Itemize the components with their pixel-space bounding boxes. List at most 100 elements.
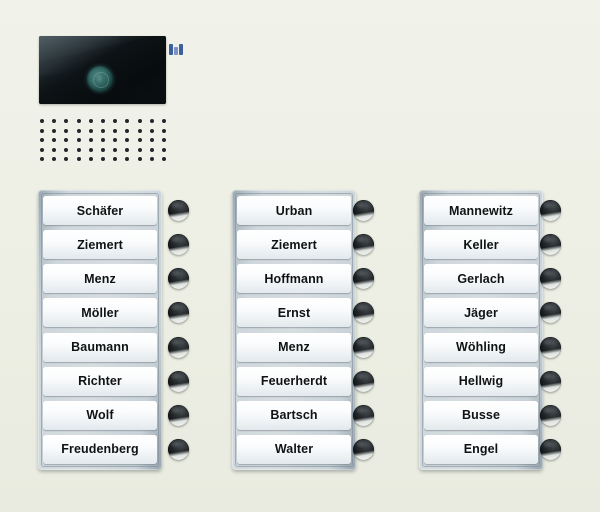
call-button-slot [166, 401, 190, 430]
speaker-hole [40, 147, 44, 152]
speaker-hole [40, 138, 44, 143]
call-button-slot [351, 367, 375, 396]
call-button-column-2 [351, 190, 375, 470]
call-button[interactable] [539, 302, 561, 324]
camera-lens-icon [87, 66, 113, 92]
call-button-slot [166, 298, 190, 327]
speaker-hole [137, 157, 142, 162]
call-button[interactable] [539, 370, 561, 392]
speaker-hole [40, 157, 44, 162]
call-button[interactable] [167, 268, 189, 290]
speaker-hole [64, 138, 69, 143]
nameplate: Gerlach [424, 264, 538, 294]
nameplate-panel-1: Schäfer Ziemert Menz Möller Baumann Richter Wo… [38, 190, 162, 470]
speaker-grille-row [40, 147, 166, 158]
call-button-slot [538, 435, 562, 464]
nameplate: Hellwig [424, 366, 538, 396]
call-button[interactable] [539, 234, 561, 256]
call-button[interactable] [539, 200, 561, 221]
nameplate: Richter [43, 366, 157, 396]
speaker-hole [125, 128, 130, 133]
call-button[interactable] [352, 200, 374, 221]
nameplate: Wolf [43, 400, 157, 430]
speaker-grille-row [40, 157, 166, 167]
speaker-hole [88, 128, 93, 133]
speaker-hole [76, 119, 81, 123]
nameplate: Busse [424, 400, 538, 430]
nameplate: Ernst [237, 298, 351, 328]
call-button-slot [166, 264, 190, 293]
call-button[interactable] [167, 336, 189, 358]
speaker-hole [76, 138, 81, 143]
call-button[interactable] [167, 404, 189, 426]
speaker-hole [113, 128, 118, 133]
speaker-hole [125, 119, 130, 123]
call-button-slot [538, 196, 562, 225]
speaker-hole [64, 157, 69, 162]
nameplate: Möller [43, 298, 157, 328]
speaker-hole [88, 147, 93, 152]
call-button[interactable] [352, 370, 374, 392]
speaker-grille-row [40, 119, 166, 129]
speaker-hole [149, 128, 154, 133]
nameplate-panel-3: Mannewitz Keller Gerlach Jäger Wöhling Hellwi… [419, 190, 543, 470]
call-button[interactable] [539, 438, 561, 460]
call-button[interactable] [167, 438, 189, 460]
call-button[interactable] [167, 370, 189, 392]
call-button-slot [538, 230, 562, 259]
speaker-hole [161, 119, 166, 123]
speaker-hole [125, 138, 130, 143]
speaker-hole [76, 157, 81, 162]
speaker-hole [64, 147, 69, 152]
speaker-hole [100, 128, 105, 133]
speaker-hole [64, 128, 69, 133]
call-button-slot [351, 401, 375, 430]
speaker-grille-row [40, 128, 166, 139]
camera-lens-highlight [97, 75, 102, 82]
nameplate: Freudenberg [43, 434, 157, 464]
call-button[interactable] [167, 234, 189, 256]
call-button[interactable] [352, 234, 374, 256]
call-button[interactable] [352, 438, 374, 460]
call-button-slot [351, 196, 375, 225]
call-button[interactable] [352, 302, 374, 324]
call-button[interactable] [167, 302, 189, 324]
nameplate: Baumann [43, 332, 157, 362]
call-button-slot [538, 367, 562, 396]
call-button-slot [351, 333, 375, 362]
call-button-slot [351, 435, 375, 464]
nameplate: Hoffmann [237, 264, 351, 294]
speaker-hole [149, 119, 154, 123]
call-button[interactable] [539, 336, 561, 358]
speaker-hole [149, 157, 154, 162]
nameplate: Menz [43, 264, 157, 294]
call-button-slot [166, 230, 190, 259]
speaker-hole [137, 128, 142, 133]
nameplate: Bartsch [237, 400, 351, 430]
call-button[interactable] [539, 268, 561, 290]
speaker-grille [40, 119, 166, 167]
call-button[interactable] [167, 200, 189, 221]
speaker-hole [161, 147, 166, 152]
speaker-hole [52, 157, 57, 162]
nameplate: Ziemert [43, 230, 157, 260]
speaker-hole [137, 138, 142, 143]
speaker-hole [100, 147, 105, 152]
nameplate: Jäger [424, 298, 538, 328]
call-button[interactable] [352, 336, 374, 358]
call-button[interactable] [539, 404, 561, 426]
speaker-hole [113, 119, 118, 123]
call-button[interactable] [352, 268, 374, 290]
nameplate: Mannewitz [424, 196, 538, 225]
call-button-column-3 [538, 190, 562, 470]
call-button-slot [538, 333, 562, 362]
call-button[interactable] [352, 404, 374, 426]
speaker-hole [125, 147, 130, 152]
call-button-slot [166, 196, 190, 225]
speaker-hole [161, 128, 166, 133]
nameplate-panel-2: Urban Ziemert Hoffmann Ernst Menz Feuerherdt B… [232, 190, 356, 470]
call-button-slot [538, 401, 562, 430]
call-button-slot [538, 298, 562, 327]
speaker-grille-row [40, 138, 166, 148]
call-button-slot [538, 264, 562, 293]
